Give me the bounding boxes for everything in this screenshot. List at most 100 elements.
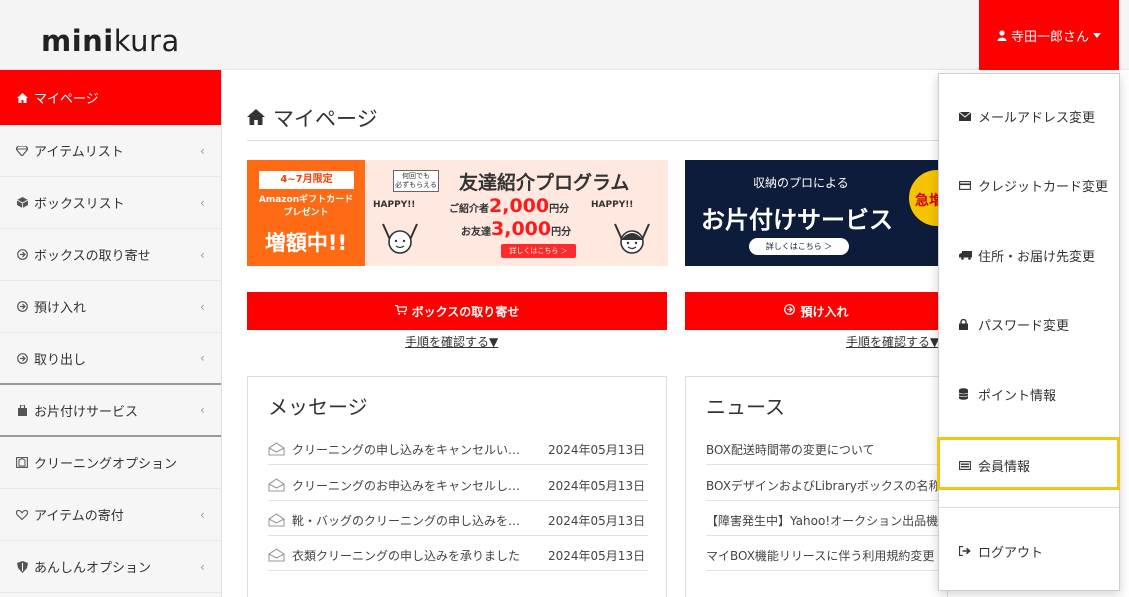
logo-light: kura <box>113 24 180 58</box>
deposit-button[interactable]: 預け入れ <box>685 292 948 330</box>
sidebar-item-label: アイテムリスト <box>34 145 124 160</box>
circle-arrow-icon <box>14 301 30 312</box>
message-text: 衣類クリーニングの申し込みを承りました <box>292 548 521 563</box>
envelope-icon <box>959 111 973 121</box>
menu-item-points[interactable]: ポイント情報 <box>939 374 1119 414</box>
promo-period-tag: 4~7月限定 <box>259 171 354 189</box>
box-order-button[interactable]: ボックスの取り寄せ <box>247 292 667 330</box>
envelope-open-icon <box>268 442 288 456</box>
tidy-details-button[interactable]: 詳しくはこちら ＞ <box>749 238 849 255</box>
news-row[interactable]: BOXデザインおよびLibraryボックスの名称 <box>706 470 947 501</box>
tidy-service-banner[interactable]: 収納のプロによる お片付けサービス 詳しくはこちら ＞ 急増 <box>685 160 948 266</box>
sidebar-item-label: マイページ <box>34 92 99 107</box>
logo[interactable]: minikura <box>41 24 180 58</box>
friend-label: お友達 <box>461 227 491 238</box>
menu-item-email-change[interactable]: メールアドレス変更 <box>939 96 1119 136</box>
promo-sub-line1: Amazonギフトカード <box>258 195 354 205</box>
sidebar-item-cleaning-option[interactable]: クリーニングオプション <box>0 437 221 489</box>
deposit-steps-link[interactable]: 手順を確認する▼ <box>846 333 939 350</box>
coins-icon <box>959 388 973 400</box>
news-row[interactable]: BOX配送時間帯の変更について <box>706 434 947 465</box>
menu-item-password-change[interactable]: パスワード変更 <box>939 304 1119 344</box>
sidebar-item-retrieve[interactable]: 取り出し ‹ <box>0 333 221 385</box>
message-date: 2024年05月13日 <box>548 513 646 528</box>
tidy-banner-sub: 収納のプロによる <box>753 176 849 190</box>
chevron-left-icon: ‹ <box>200 559 205 574</box>
sidebar-item-box-order[interactable]: ボックスの取り寄せ ‹ <box>0 229 221 281</box>
sidebar-item-label: ボックスリスト <box>34 197 125 212</box>
box-order-steps-link[interactable]: 手順を確認する▼ <box>405 333 498 350</box>
sidebar-item-item-list[interactable]: アイテムリスト ‹ <box>0 125 221 177</box>
message-row[interactable]: 靴・バッグのクリーニングの申し込みを… 2024年05月13日 <box>268 505 648 536</box>
menu-item-label: パスワード変更 <box>978 318 1070 334</box>
lock-icon <box>959 318 973 330</box>
sidebar-item-safety-option[interactable]: あんしんオプション ‹ <box>0 541 221 593</box>
message-text: クリーニングのお申込みをキャンセルし… <box>292 478 521 493</box>
sidebar-item-tidy-service[interactable]: お片付けサービス ‹ <box>0 385 221 437</box>
menu-divider <box>939 507 1119 508</box>
envelope-open-icon <box>268 513 288 527</box>
user-name: 寺田一郎さん <box>1010 29 1089 45</box>
user-menu-button[interactable]: 寺田一郎さん <box>979 0 1119 70</box>
news-row[interactable]: 【障害発生中】Yahoo!オークション出品機 <box>706 505 947 536</box>
menu-item-logout[interactable]: ログアウト <box>939 531 1119 571</box>
message-text: 靴・バッグのクリーニングの申し込みを… <box>292 513 521 528</box>
happy-label-right: HAPPY!! <box>591 200 634 210</box>
sidebar-item-label: ボックスの取り寄せ <box>34 249 151 264</box>
menu-item-address-change[interactable]: 住所・お届け先変更 <box>939 235 1119 275</box>
home-icon <box>247 106 265 130</box>
user-icon <box>997 29 1007 41</box>
referral-title: 友達紹介プログラム <box>459 172 630 194</box>
referrer-amount: 2,000 <box>489 195 550 217</box>
message-text: クリーニングの申し込みをキャンセルい… <box>292 442 521 457</box>
promo-sub-line2: プレゼント <box>283 208 329 218</box>
friend-amount: 3,000 <box>491 218 552 240</box>
heart-hand-icon <box>14 509 30 520</box>
news-row[interactable]: マイBOX機能リリースに伴う利用規約変更 <box>706 540 947 571</box>
message-date: 2024年05月13日 <box>548 548 646 563</box>
menu-item-label: ポイント情報 <box>978 388 1057 404</box>
message-row[interactable]: クリーニングのお申込みをキャンセルし… 2024年05月13日 <box>268 470 648 501</box>
sidebar: マイページ アイテムリスト ‹ ボックスリスト ‹ ボックスの取り寄せ ‹ 預け… <box>0 70 222 597</box>
referral-details-button[interactable]: 詳しくはこちら ＞ <box>501 244 576 258</box>
friend-reward: お友達3,000円分 <box>461 218 571 240</box>
menu-item-label: クレジットカード変更 <box>978 179 1109 195</box>
happy-person-icon <box>614 223 650 254</box>
box-order-label: ボックスの取り寄せ <box>411 304 520 319</box>
mini-line2: 必ずもらえる <box>395 181 437 189</box>
chevron-left-icon: ‹ <box>200 195 205 210</box>
message-date: 2024年05月13日 <box>548 478 646 493</box>
title-divider <box>247 140 947 141</box>
credit-card-icon <box>959 180 973 190</box>
messages-panel: メッセージ クリーニングの申し込みをキャンセルい… 2024年05月13日 クリ… <box>247 376 667 597</box>
happy-person-icon <box>382 223 418 254</box>
envelope-open-icon <box>268 548 288 562</box>
shield-icon <box>14 560 30 573</box>
sidebar-item-deposit[interactable]: 預け入れ ‹ <box>0 281 221 333</box>
chevron-left-icon: ‹ <box>200 507 205 522</box>
menu-item-label: ログアウト <box>978 545 1044 561</box>
circle-arrow-icon <box>14 249 30 260</box>
chevron-left-icon: ‹ <box>200 143 205 158</box>
message-row[interactable]: 衣類クリーニングの申し込みを承りました 2024年05月13日 <box>268 540 648 571</box>
referral-program-area: 何回でも 必ずもらえる 友達紹介プログラム HAPPY!! HAPPY!! ご紹… <box>365 160 668 266</box>
sign-out-icon <box>959 546 973 556</box>
page-title: マイページ <box>247 103 378 133</box>
home-icon <box>14 92 30 103</box>
sidebar-item-donate[interactable]: アイテムの寄付 ‹ <box>0 489 221 541</box>
header: minikura 寺田一郎さん <box>0 0 1129 70</box>
mini-line1: 何回でも <box>402 172 430 180</box>
hanger-icon <box>14 404 30 416</box>
sidebar-item-box-list[interactable]: ボックスリスト ‹ <box>0 177 221 229</box>
sidebar-item-mypage[interactable]: マイページ <box>0 70 221 125</box>
focus-highlight <box>937 437 1120 490</box>
user-dropdown-menu: メールアドレス変更 クレジットカード変更 住所・お届け先変更 パスワード変更 ポ… <box>938 73 1120 591</box>
sidebar-item-label: 預け入れ <box>34 301 87 316</box>
chevron-left-icon: ‹ <box>200 403 205 417</box>
caret-down-icon <box>1093 32 1101 38</box>
cart-icon <box>394 304 408 318</box>
referral-banner[interactable]: 4~7月限定 Amazonギフトカード プレゼント 増額中!! 何回でも 必ずも… <box>247 160 668 266</box>
page-title-text: マイページ <box>273 107 378 131</box>
menu-item-credit-card-change[interactable]: クレジットカード変更 <box>939 165 1119 205</box>
message-row[interactable]: クリーニングの申し込みをキャンセルい… 2024年05月13日 <box>268 434 648 465</box>
